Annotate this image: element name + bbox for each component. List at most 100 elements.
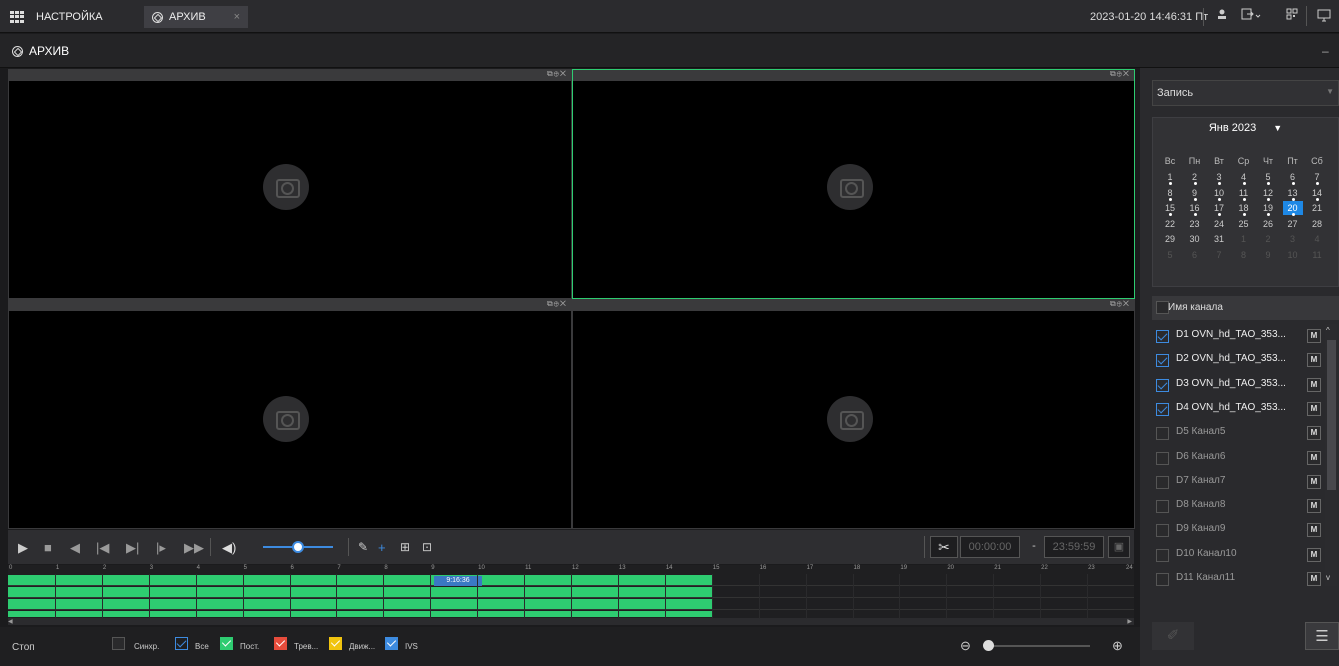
channel-row[interactable]: D5 Канал5 bbox=[1152, 421, 1324, 443]
zoom-slider-handle[interactable] bbox=[983, 640, 994, 651]
zoom-out-icon[interactable]: ⊖ bbox=[960, 638, 971, 654]
channel-checkbox[interactable] bbox=[1156, 451, 1169, 465]
channel-row[interactable]: D2 OVN_hd_TAO_353... bbox=[1152, 348, 1324, 370]
calendar-day-next-month[interactable]: 5 bbox=[1160, 250, 1180, 260]
calendar-day[interactable]: 10 bbox=[1209, 188, 1229, 198]
calendar-day[interactable]: 23 bbox=[1185, 219, 1205, 229]
timeline-cursor[interactable]: 9:16:36 bbox=[434, 576, 482, 586]
clear-tags-button[interactable]: ✐ bbox=[1152, 622, 1194, 650]
calendar-day[interactable]: 24 bbox=[1209, 219, 1229, 229]
channel-checkbox[interactable] bbox=[1156, 402, 1169, 416]
calendar-day[interactable]: 11 bbox=[1234, 188, 1254, 198]
video-controls[interactable]: ⧉⊕✕ bbox=[1110, 69, 1130, 79]
calendar-day[interactable]: 3 bbox=[1209, 172, 1229, 182]
video-controls[interactable]: ⧉⊕✕ bbox=[547, 69, 567, 79]
user-icon[interactable] bbox=[1214, 8, 1230, 24]
calendar-day[interactable]: 5 bbox=[1258, 172, 1278, 182]
tag-pin-icon[interactable]: ✎ bbox=[358, 540, 368, 554]
alarm-record-checkbox[interactable] bbox=[274, 637, 287, 650]
logout-icon[interactable] bbox=[1240, 8, 1262, 24]
tab-archive[interactable]: АРХИВ × bbox=[144, 6, 248, 28]
minimize-button[interactable]: – bbox=[1322, 44, 1329, 58]
channel-row[interactable]: D1 OVN_hd_TAO_353... bbox=[1152, 324, 1324, 346]
channel-checkbox[interactable] bbox=[1156, 548, 1169, 562]
calendar-day[interactable]: 9 bbox=[1185, 188, 1205, 198]
record-type-select[interactable]: Запись ▼ bbox=[1152, 80, 1339, 106]
main-stream-button[interactable]: M bbox=[1307, 401, 1321, 416]
channel-row[interactable]: D11 Канал11 bbox=[1152, 567, 1324, 589]
main-stream-button[interactable]: M bbox=[1307, 377, 1321, 392]
channel-checkbox[interactable] bbox=[1156, 378, 1169, 392]
ivs-record-checkbox[interactable] bbox=[385, 637, 398, 650]
fisheye-icon[interactable]: ⊡ bbox=[422, 540, 432, 554]
calendar-day[interactable]: 13 bbox=[1283, 188, 1303, 198]
video-panel[interactable]: ⧉⊕✕ bbox=[572, 299, 1135, 529]
calendar-day[interactable]: 7 bbox=[1307, 172, 1327, 182]
calendar-day[interactable]: 21 bbox=[1307, 203, 1327, 213]
scroll-down-icon[interactable]: v bbox=[1326, 573, 1330, 582]
all-checkbox[interactable] bbox=[175, 637, 188, 650]
next-frame-icon[interactable]: ▶| bbox=[126, 540, 139, 556]
calendar-day[interactable]: 25 bbox=[1234, 219, 1254, 229]
channel-checkbox[interactable] bbox=[1156, 354, 1169, 368]
clip-scissors-icon[interactable]: ✂ bbox=[930, 536, 958, 558]
channel-row[interactable]: D7 Канал7 bbox=[1152, 470, 1324, 492]
monitor-icon[interactable] bbox=[1316, 8, 1332, 24]
calendar-day[interactable]: 8 bbox=[1160, 188, 1180, 198]
video-controls[interactable]: ⧉⊕✕ bbox=[1110, 299, 1130, 309]
channel-row[interactable]: D8 Канал8 bbox=[1152, 494, 1324, 516]
calendar-day[interactable]: 31 bbox=[1209, 234, 1229, 244]
calendar-day-next-month[interactable]: 7 bbox=[1209, 250, 1229, 260]
file-list-button[interactable]: ☰ bbox=[1305, 622, 1339, 650]
smart-search-icon[interactable]: ⊞ bbox=[400, 540, 410, 554]
main-stream-button[interactable]: M bbox=[1307, 474, 1321, 489]
main-stream-button[interactable]: M bbox=[1307, 353, 1321, 368]
play-icon[interactable]: ▶ bbox=[18, 540, 28, 556]
video-panel[interactable]: ⧉⊕✕ bbox=[8, 69, 572, 299]
calendar-day-next-month[interactable]: 1 bbox=[1234, 234, 1254, 244]
calendar-day[interactable]: 28 bbox=[1307, 219, 1327, 229]
calendar-day[interactable]: 2 bbox=[1185, 172, 1205, 182]
main-stream-button[interactable]: M bbox=[1307, 499, 1321, 514]
calendar-day-next-month[interactable]: 6 bbox=[1185, 250, 1205, 260]
calendar-day[interactable]: 12 bbox=[1258, 188, 1278, 198]
calendar-day[interactable]: 17 bbox=[1209, 203, 1229, 213]
main-stream-button[interactable]: M bbox=[1307, 523, 1321, 538]
channel-row[interactable]: D9 Канал9 bbox=[1152, 518, 1324, 540]
calendar-day-next-month[interactable]: 2 bbox=[1258, 234, 1278, 244]
scroll-up-icon[interactable]: ^ bbox=[1326, 326, 1330, 335]
channel-checkbox[interactable] bbox=[1156, 427, 1169, 441]
clip-start-time-input[interactable]: 00:00:00 bbox=[960, 536, 1020, 558]
calendar-day[interactable]: 29 bbox=[1160, 234, 1180, 244]
calendar-day[interactable]: 26 bbox=[1258, 219, 1278, 229]
add-tag-icon[interactable]: + bbox=[378, 540, 386, 555]
stop-icon[interactable]: ■ bbox=[44, 540, 52, 555]
calendar-day-next-month[interactable]: 11 bbox=[1307, 250, 1327, 260]
clip-end-time-input[interactable]: 23:59:59 bbox=[1044, 536, 1104, 558]
main-stream-button[interactable]: M bbox=[1307, 547, 1321, 562]
calendar-day[interactable]: 1 bbox=[1160, 172, 1180, 182]
volume-slider-handle[interactable] bbox=[292, 541, 304, 553]
tab-close-icon[interactable]: × bbox=[234, 11, 240, 23]
prev-frame-icon[interactable]: |◀ bbox=[96, 540, 109, 556]
channel-checkbox[interactable] bbox=[1156, 330, 1169, 343]
calendar-day[interactable]: 19 bbox=[1258, 203, 1278, 213]
qr-code-icon[interactable] bbox=[1284, 8, 1300, 24]
channel-checkbox[interactable] bbox=[1156, 500, 1169, 514]
calendar-day[interactable]: 4 bbox=[1234, 172, 1254, 182]
calendar-day[interactable]: 16 bbox=[1185, 203, 1205, 213]
scroll-right-icon[interactable]: ▶ bbox=[1127, 618, 1132, 625]
calendar-day[interactable]: 6 bbox=[1283, 172, 1303, 182]
play-backward-icon[interactable]: ◀ bbox=[70, 540, 80, 556]
channel-row[interactable]: D10 Канал10 bbox=[1152, 543, 1324, 565]
calendar-day[interactable]: 15 bbox=[1160, 203, 1180, 213]
motion-record-checkbox[interactable] bbox=[329, 637, 342, 650]
fast-play-icon[interactable]: ▶▶ bbox=[184, 540, 204, 556]
calendar-day-next-month[interactable]: 4 bbox=[1307, 234, 1327, 244]
channel-checkbox[interactable] bbox=[1156, 475, 1169, 489]
zoom-in-icon[interactable]: ⊕ bbox=[1112, 638, 1123, 654]
save-clip-icon[interactable]: ▣ bbox=[1108, 536, 1130, 558]
main-stream-button[interactable]: M bbox=[1307, 450, 1321, 465]
calendar-day[interactable]: 14 bbox=[1307, 188, 1327, 198]
volume-icon[interactable]: ◀) bbox=[222, 540, 236, 556]
